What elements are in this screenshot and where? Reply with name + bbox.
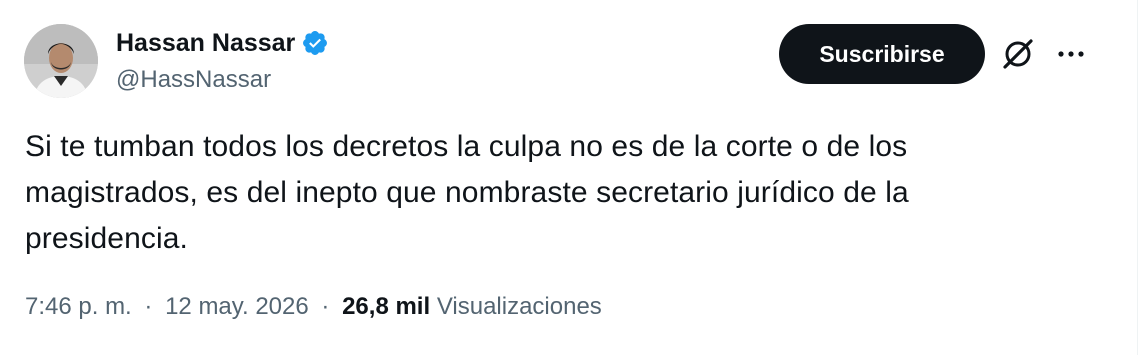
tweet-time[interactable]: 7:46 p. m.: [25, 293, 132, 320]
meta-separator: ·: [321, 293, 330, 320]
tweet-text-line: Si te tumban todos los decretos la culpa…: [25, 130, 908, 163]
avatar[interactable]: [24, 24, 98, 98]
meta-separator: ·: [144, 293, 153, 320]
tweet-card: Hassan Nassar @HassNassar Suscribirse Si…: [0, 0, 1138, 355]
tweet-text: Si te tumban todos los decretos la culpa…: [25, 124, 1025, 262]
verified-badge-icon[interactable]: [301, 29, 329, 57]
author-display-name[interactable]: Hassan Nassar: [116, 28, 295, 58]
author-handle[interactable]: @HassNassar: [116, 66, 271, 94]
views-label: Visualizaciones: [436, 293, 602, 320]
more-options-icon[interactable]: [1056, 40, 1086, 68]
author-name-row: Hassan Nassar: [116, 28, 329, 58]
person-avatar-icon: [24, 24, 98, 98]
views-count: 26,8 mil: [342, 293, 431, 320]
tweet-text-line: presidencia.: [25, 222, 188, 255]
tweet-date[interactable]: 12 may. 2026: [165, 293, 309, 320]
grok-icon[interactable]: [1000, 36, 1036, 72]
tweet-text-line: magistrados, es del inepto que nombraste…: [25, 176, 909, 209]
subscribe-button[interactable]: Suscribirse: [779, 24, 985, 84]
tweet-meta: 7:46 p. m. · 12 may. 2026 · 26,8 mil Vis…: [25, 289, 602, 325]
